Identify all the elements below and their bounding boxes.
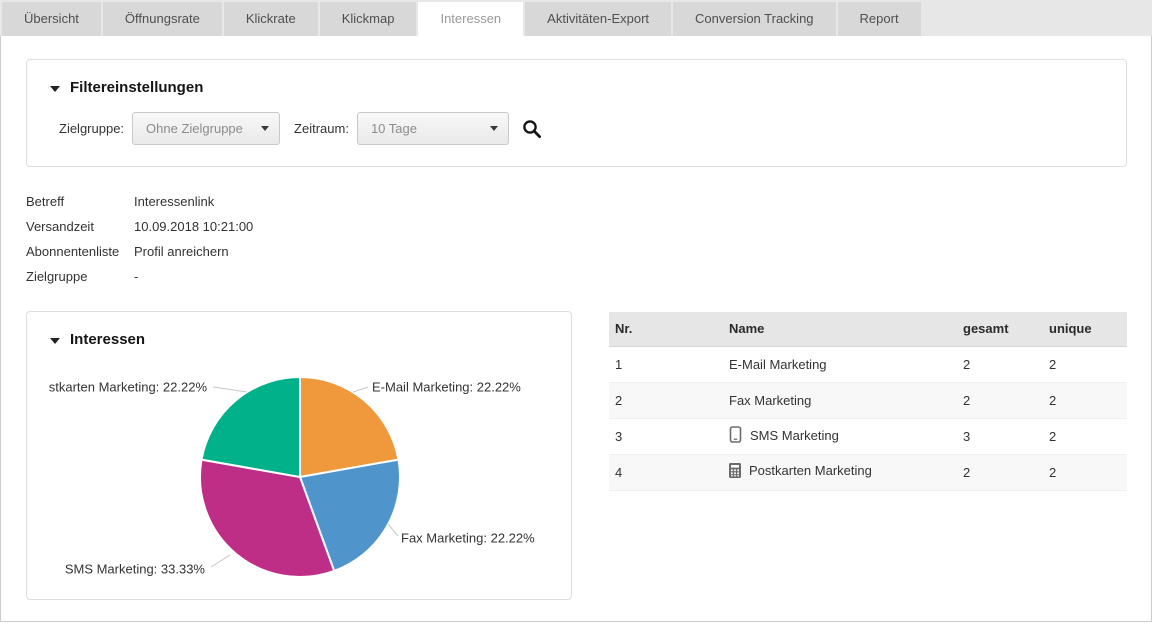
smartphone-icon (729, 426, 742, 446)
filter-panel-title: Filtereinstellungen (70, 79, 203, 96)
chevron-down-icon (490, 126, 498, 131)
collapse-triangle-icon (50, 338, 60, 344)
pie-label-connector (211, 555, 230, 567)
column-header-nr: Nr. (609, 312, 722, 346)
info-row-zielgruppe: Zielgruppe- (26, 264, 253, 289)
info-label: Zielgruppe (26, 269, 134, 284)
pie-label-sms-marketing: SMS Marketing: 33.33% (65, 562, 205, 577)
cell-gesamt: 2 (956, 454, 1042, 490)
mailing-info-list: BetreffInteressenlinkVersandzeit10.09.20… (26, 189, 253, 289)
cell-name: E-Mail Marketing (722, 346, 956, 382)
collapse-triangle-icon (50, 86, 60, 92)
cell-name: Fax Marketing (722, 382, 956, 418)
table-row: 3SMS Marketing32 (609, 418, 1127, 454)
calculator-icon (729, 463, 741, 481)
search-icon (521, 118, 543, 140)
tab-klickrate[interactable]: Klickrate (224, 2, 318, 36)
filter-panel: Filtereinstellungen Zielgruppe: Ohne Zie… (26, 59, 1127, 167)
cell-nr: 1 (609, 346, 722, 382)
column-header-unique: unique (1042, 312, 1127, 346)
pie-label-postkarten-marketing: stkarten Marketing: 22.22% (49, 380, 207, 395)
tab-interessen[interactable]: Interessen (418, 2, 523, 36)
cell-nr: 3 (609, 418, 722, 454)
cell-nr: 2 (609, 382, 722, 418)
pie-label-connector (388, 524, 398, 536)
cell-unique: 2 (1042, 418, 1127, 454)
info-value: 10.09.2018 10:21:00 (134, 219, 253, 234)
column-header-name: Name (722, 312, 956, 346)
tab-conversion-tracking[interactable]: Conversion Tracking (673, 2, 836, 36)
tab-aktivit-ten-export[interactable]: Aktivitäten-Export (525, 2, 671, 36)
search-button[interactable] (521, 118, 543, 140)
tab-klickmap[interactable]: Klickmap (320, 2, 417, 36)
pie-label-connector (353, 387, 368, 392)
info-label: Abonnentenliste (26, 244, 134, 259)
tab-ffnungsrate[interactable]: Öffnungsrate (103, 2, 222, 36)
table-header-row: Nr.Namegesamtunique (609, 312, 1127, 346)
info-label: Betreff (26, 194, 134, 209)
app-window: ÜbersichtÖffnungsrateKlickrateKlickmapIn… (0, 0, 1152, 622)
cell-gesamt: 3 (956, 418, 1042, 454)
cell-name: Postkarten Marketing (722, 454, 956, 490)
zeitraum-dropdown[interactable]: 10 Tage (357, 112, 509, 145)
tab-bar: ÜbersichtÖffnungsrateKlickrateKlickmapIn… (0, 0, 1152, 36)
zielgruppe-dropdown[interactable]: Ohne Zielgruppe (132, 112, 280, 145)
interessen-panel-title: Interessen (70, 331, 145, 348)
interessen-table: Nr.Namegesamtunique 1E-Mail Marketing222… (609, 312, 1127, 491)
zielgruppe-dropdown-value: Ohne Zielgruppe (146, 121, 243, 136)
table-row: 1E-Mail Marketing22 (609, 346, 1127, 382)
info-row-versandzeit: Versandzeit10.09.2018 10:21:00 (26, 214, 253, 239)
cell-nr: 4 (609, 454, 722, 490)
chevron-down-icon (261, 126, 269, 131)
cell-unique: 2 (1042, 346, 1127, 382)
cell-unique: 2 (1042, 382, 1127, 418)
table-row: 2Fax Marketing22 (609, 382, 1127, 418)
tab-bersicht[interactable]: Übersicht (2, 2, 101, 36)
pie-slice-postkarten-marketing[interactable] (202, 377, 300, 477)
cell-gesamt: 2 (956, 382, 1042, 418)
info-value: - (134, 269, 138, 284)
cell-unique: 2 (1042, 454, 1127, 490)
zeitraum-dropdown-value: 10 Tage (371, 121, 417, 136)
info-label: Versandzeit (26, 219, 134, 234)
info-value: Interessenlink (134, 194, 214, 209)
filter-panel-heading[interactable]: Filtereinstellungen (50, 79, 203, 96)
tab-report[interactable]: Report (838, 2, 921, 36)
cell-gesamt: 2 (956, 346, 1042, 382)
cell-name: SMS Marketing (722, 418, 956, 454)
interessen-pie-chart (27, 312, 571, 599)
info-value: Profil anreichern (134, 244, 229, 259)
info-row-betreff: BetreffInteressenlink (26, 189, 253, 214)
column-header-gesamt: gesamt (956, 312, 1042, 346)
zeitraum-label: Zeitraum: (294, 121, 349, 136)
pie-label-fax-marketing: Fax Marketing: 22.22% (401, 531, 535, 546)
pie-label-e-mail-marketing: E-Mail Marketing: 22.22% (372, 380, 521, 395)
interessen-panel-heading[interactable]: Interessen (50, 331, 145, 348)
table-row: 4Postkarten Marketing22 (609, 454, 1127, 490)
pie-label-connector (213, 387, 247, 392)
zielgruppe-label: Zielgruppe: (59, 121, 124, 136)
info-row-abonnentenliste: AbonnentenlisteProfil anreichern (26, 239, 253, 264)
interessen-panel: E-Mail Marketing: 22.22% Fax Marketing: 2… (26, 311, 572, 600)
filter-controls: Zielgruppe: Ohne Zielgruppe Zeitraum: 10… (59, 112, 543, 145)
